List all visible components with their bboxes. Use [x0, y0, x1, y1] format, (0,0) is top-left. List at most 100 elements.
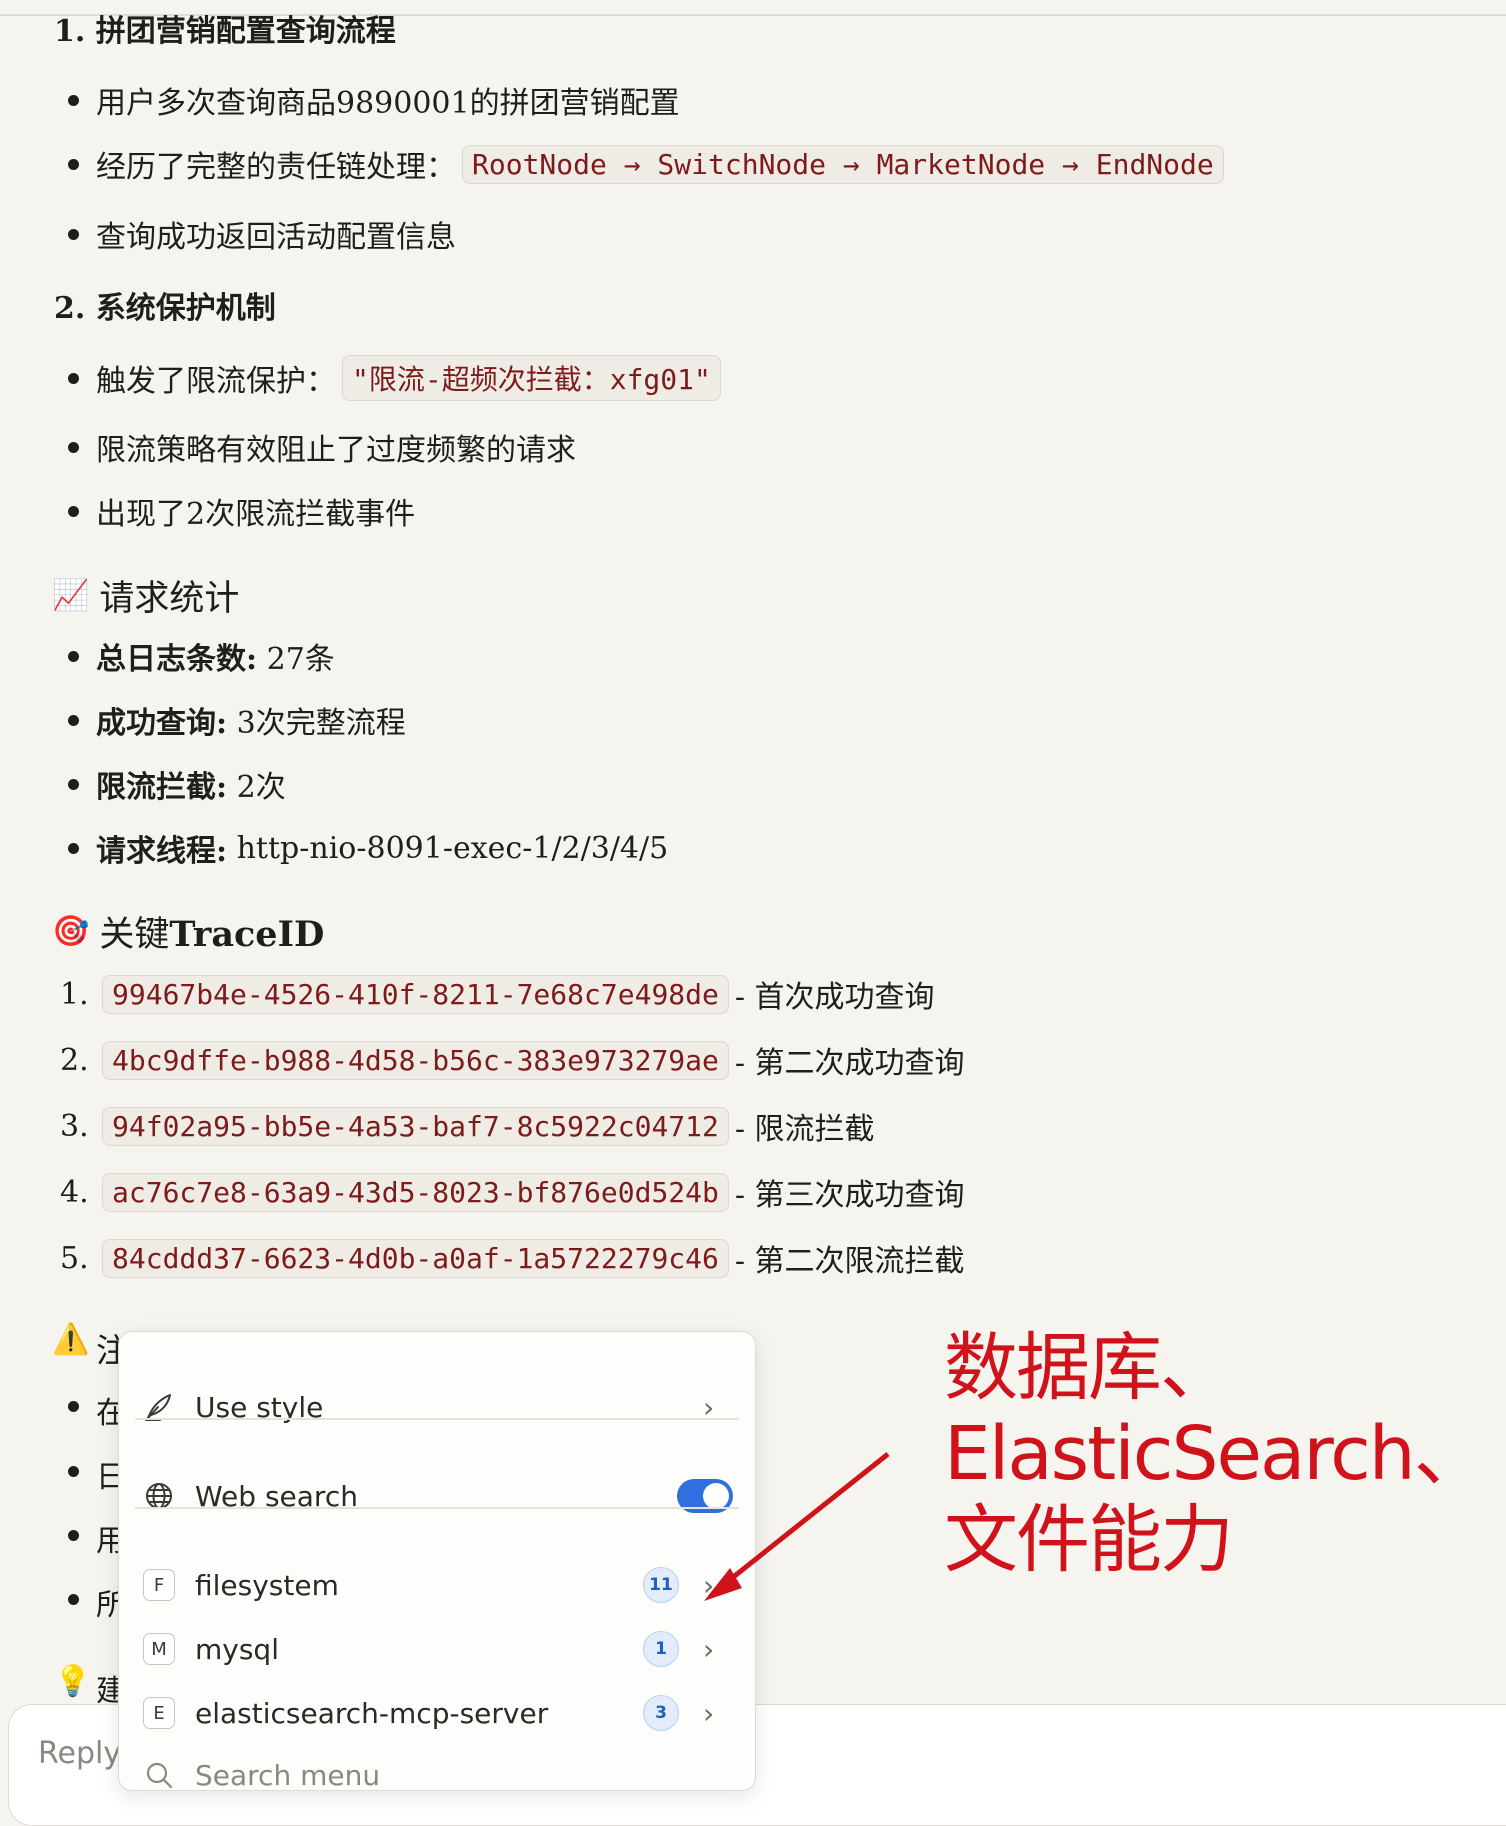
stat-value: http-nio-8091-exec-1/2/3/4/5: [227, 830, 669, 866]
tool-count-badge: 11: [643, 1567, 679, 1603]
trace-id-code: 94f02a95-bb5e-4a53-baf7-8c5922c04712: [102, 1106, 729, 1146]
tool-letter-icon: M: [141, 1631, 177, 1667]
section-heading-1: 1. 拼团营销配置查询流程: [54, 14, 396, 49]
bullet: [68, 159, 79, 170]
annotation-line: 文件能力: [944, 1497, 1234, 1583]
list-item: 3. 94f02a95-bb5e-4a53-baf7-8c5922c04712 …: [60, 1104, 875, 1148]
lightbulb-icon: 💡: [54, 1664, 92, 1699]
list-item: 5. 84cddd37-6623-4d0b-a0af-1a5722279c46 …: [60, 1236, 965, 1280]
warning-icon: ⚠️: [52, 1322, 90, 1357]
list-item-text: 用户多次查询商品9890001的拼团营销配置: [96, 86, 680, 121]
list-item: 查询成功返回活动配置信息: [68, 212, 456, 256]
list-item: 4. ac76c7e8-63a9-43d5-8023-bf876e0d524b …: [60, 1170, 965, 1214]
bullet: [68, 1466, 79, 1477]
list-item: 触发了限流保护： "限流-超频次拦截：xfg01": [68, 355, 727, 401]
search-icon: [141, 1757, 177, 1793]
list-item-text: 出现了2次限流拦截事件: [96, 497, 416, 532]
trace-id-code: 4bc9dffe-b988-4d58-b56c-383e973279ae: [102, 1040, 729, 1080]
menu-item-web-search[interactable]: Web search: [119, 1466, 755, 1526]
stats-heading-text: 请求统计: [99, 579, 240, 619]
list-number: 4.: [60, 1174, 89, 1210]
bullet: [68, 373, 79, 384]
list-item: 限流拦截: 2次: [68, 762, 286, 806]
list-number: 2.: [60, 1042, 89, 1078]
menu-item-label: filesystem: [195, 1568, 339, 1602]
list-item-text: 触发了限流保护：: [96, 364, 336, 399]
bullet: [68, 779, 79, 790]
list-number: 3.: [60, 1108, 89, 1144]
bullet: [68, 651, 79, 662]
annotation-line: 数据库、: [944, 1325, 1234, 1411]
menu-search[interactable]: Search menu: [119, 1745, 755, 1805]
trace-id-code: ac76c7e8-63a9-43d5-8023-bf876e0d524b: [102, 1172, 729, 1212]
bullet: [68, 1530, 79, 1541]
trace-desc: - 第三次成功查询: [734, 1178, 965, 1213]
list-item: 用户多次查询商品9890001的拼团营销配置: [68, 78, 680, 122]
tools-menu: Use style › Web search F filesystem 11 ›…: [118, 1331, 756, 1792]
tool-letter: F: [143, 1569, 175, 1601]
toggle-knob: [703, 1483, 729, 1509]
annotation-text: 数据库、 ElasticSearch、 文件能力: [944, 1325, 1488, 1583]
list-item: 限流策略有效阻止了过度频繁的请求: [68, 425, 576, 469]
bullet: [68, 95, 79, 106]
tool-letter: E: [143, 1697, 175, 1729]
trace-id-code: 99467b4e-4526-410f-8211-7e68c7e498de: [102, 974, 729, 1014]
reply-placeholder: Reply: [38, 1736, 122, 1771]
list-item-text: 限流策略有效阻止了过度频繁的请求: [96, 433, 576, 468]
trace-desc: - 限流拦截: [734, 1112, 875, 1147]
list-item: 出现了2次限流拦截事件: [68, 489, 416, 533]
list-item: 总日志条数: 27条: [68, 634, 335, 678]
trace-desc: - 首次成功查询: [734, 980, 935, 1015]
target-icon: 🎯: [52, 914, 90, 949]
bullet: [68, 843, 79, 854]
trace-desc: - 第二次限流拦截: [734, 1244, 965, 1279]
chevron-right-icon: ›: [703, 1568, 715, 1602]
list-item: 1. 99467b4e-4526-410f-8211-7e68c7e498de …: [60, 972, 935, 1016]
tool-count-badge: 3: [643, 1695, 679, 1731]
menu-item-use-style[interactable]: Use style ›: [119, 1377, 755, 1437]
chevron-right-icon: ›: [703, 1696, 715, 1730]
tool-letter: M: [143, 1633, 175, 1665]
stat-label: 总日志条数:: [96, 642, 258, 677]
trace-heading-bold: TraceID: [169, 914, 325, 955]
menu-item-mysql[interactable]: M mysql 1 ›: [119, 1619, 755, 1679]
search-menu-input[interactable]: Search menu: [195, 1759, 380, 1792]
stat-value: 27条: [257, 642, 335, 677]
list-item: 请求线程: http-nio-8091-exec-1/2/3/4/5: [68, 826, 669, 870]
bullet: [68, 229, 79, 240]
inline-code: "限流-超频次拦截：xfg01": [342, 355, 721, 401]
stats-heading: 📈 请求统计: [52, 570, 239, 621]
bullet: [68, 442, 79, 453]
bullet: [68, 715, 79, 726]
list-item-text: 查询成功返回活动配置信息: [96, 220, 456, 255]
tool-count-badge: 1: [643, 1631, 679, 1667]
list-item: 成功查询: 3次完整流程: [68, 698, 406, 742]
annotation-line: ElasticSearch、: [944, 1411, 1488, 1497]
bullet: [68, 506, 79, 517]
tool-letter-icon: E: [141, 1695, 177, 1731]
stat-value: 3次完整流程: [227, 706, 406, 741]
trace-desc: - 第二次成功查询: [734, 1046, 965, 1081]
trace-id-code: 84cddd37-6623-4d0b-a0af-1a5722279c46: [102, 1238, 729, 1278]
menu-item-filesystem[interactable]: F filesystem 11 ›: [119, 1555, 755, 1615]
list-number: 1.: [60, 976, 89, 1012]
menu-item-label: elasticsearch-mcp-server: [195, 1696, 549, 1730]
trace-heading: 🎯 关键TraceID: [52, 906, 324, 957]
stat-value: 2次: [227, 770, 286, 805]
list-item-text: 经历了完整的责任链处理：: [96, 150, 456, 185]
menu-item-label: mysql: [195, 1632, 279, 1666]
stat-label: 请求线程:: [96, 834, 228, 869]
list-item: 经历了完整的责任链处理： RootNode → SwitchNode → Mar…: [68, 142, 1230, 186]
section-heading-2: 2. 系统保护机制: [54, 291, 276, 326]
bullet: [68, 1594, 79, 1605]
stat-label: 限流拦截:: [96, 770, 228, 805]
chart-icon: 📈: [52, 578, 90, 613]
tool-letter-icon: F: [141, 1567, 177, 1603]
menu-divider: [135, 1418, 739, 1420]
bullet: [68, 1401, 79, 1412]
inline-code: RootNode → SwitchNode → MarketNode → End…: [462, 144, 1224, 184]
chevron-right-icon: ›: [703, 1632, 715, 1666]
list-number: 5.: [60, 1240, 89, 1276]
trace-heading-prefix: 关键: [99, 915, 170, 955]
menu-item-elasticsearch[interactable]: E elasticsearch-mcp-server 3 ›: [119, 1683, 755, 1743]
